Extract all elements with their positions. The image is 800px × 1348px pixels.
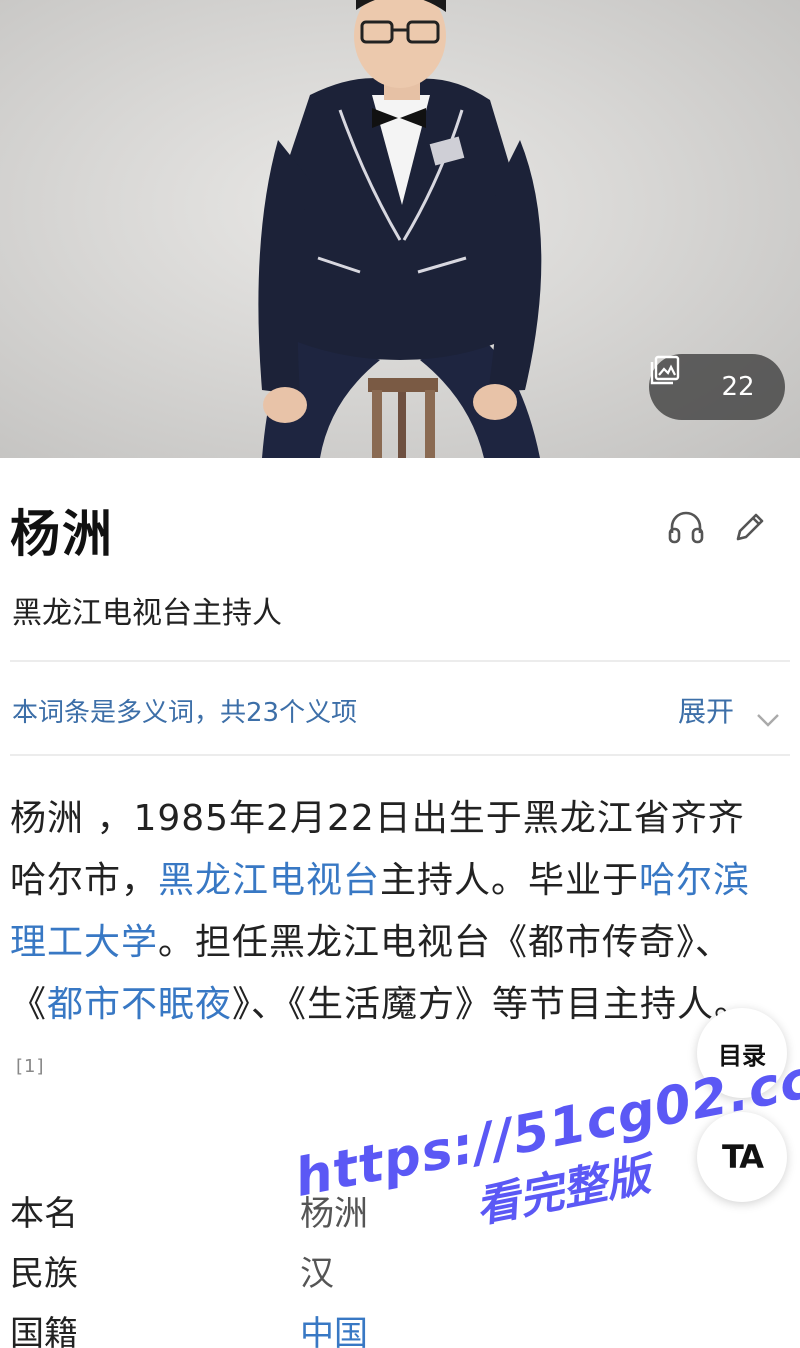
link-city-night-show[interactable]: 都市不眠夜 [47, 984, 232, 1025]
link-heilongjiang-tv[interactable]: 黑龙江电视台 [158, 860, 380, 901]
divider [10, 754, 790, 756]
album-count: 22 [721, 372, 755, 402]
intro-paragraph: 杨洲 ，1985年2月22日出生于黑龙江省齐齐哈尔市，黑龙江电视台主持人。毕业于… [10, 788, 780, 1112]
info-key: 国籍 [10, 1313, 78, 1348]
divider [10, 660, 790, 662]
chevron-down-icon [756, 702, 780, 727]
info-key: 本名 [10, 1193, 78, 1234]
hero-photo[interactable]: 22 [0, 0, 800, 458]
intro-text: 主持人。毕业于 [380, 860, 640, 901]
polysemy-notice[interactable]: 本词条是多义词，共23个义项 [12, 692, 357, 729]
info-value-link[interactable]: 中国 [300, 1306, 368, 1348]
gallery-icon [650, 355, 711, 403]
title-actions [666, 509, 768, 545]
headphones-icon[interactable] [666, 509, 706, 545]
page-title: 杨洲 [10, 505, 114, 563]
expand-label: 展开 [677, 695, 734, 728]
page-subtitle: 黑龙江电视台主持人 [12, 596, 282, 631]
reference-marker[interactable]: [1] [16, 1056, 45, 1077]
expand-button[interactable]: 展开 [678, 690, 780, 730]
intro-text: 》、《生活魔方》等节目主持人。 [232, 984, 752, 1025]
pencil-icon[interactable] [728, 509, 768, 545]
album-count-badge[interactable]: 22 [649, 354, 785, 420]
info-row: 国籍 中国 [10, 1300, 710, 1348]
info-key: 民族 [10, 1253, 78, 1294]
